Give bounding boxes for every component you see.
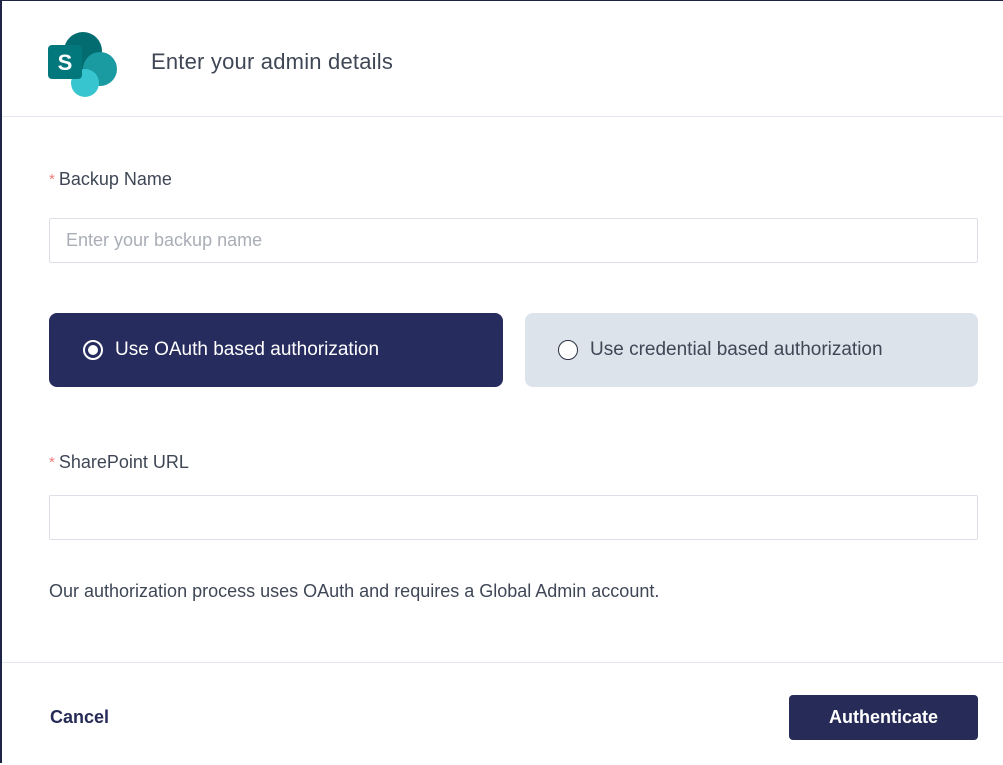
- sharepoint-url-label-text: SharePoint URL: [58, 452, 189, 472]
- oauth-auth-label: Use OAuth based authorization: [115, 339, 380, 360]
- cancel-button[interactable]: Cancel: [50, 707, 109, 728]
- sharepoint-logo-icon: S: [48, 32, 117, 97]
- required-asterisk: *: [49, 454, 55, 471]
- radio-selected-icon[interactable]: [83, 340, 103, 360]
- backup-name-label-text: Backup Name: [58, 169, 172, 189]
- authenticate-button[interactable]: Authenticate: [789, 695, 978, 740]
- backup-name-label: * Backup Name: [49, 169, 172, 190]
- dialog-header: S Enter your admin details: [2, 1, 1003, 117]
- oauth-auth-option[interactable]: Use OAuth based authorization: [49, 313, 503, 387]
- credential-auth-option[interactable]: Use credential based authorization: [525, 313, 978, 387]
- radio-unselected-icon[interactable]: [558, 340, 578, 360]
- dialog-title: Enter your admin details: [151, 49, 394, 74]
- admin-details-dialog: S Enter your admin details * Backup Name …: [0, 0, 1003, 763]
- sharepoint-url-label: * SharePoint URL: [49, 452, 189, 473]
- required-asterisk: *: [49, 171, 55, 188]
- backup-name-input[interactable]: [49, 218, 978, 263]
- sharepoint-url-input[interactable]: [49, 495, 978, 540]
- credential-auth-label: Use credential based authorization: [590, 339, 883, 360]
- oauth-helper-text: Our authorization process uses OAuth and…: [49, 581, 660, 601]
- logo-letter: S: [58, 50, 73, 75]
- dialog-footer: Cancel Authenticate: [2, 662, 1003, 765]
